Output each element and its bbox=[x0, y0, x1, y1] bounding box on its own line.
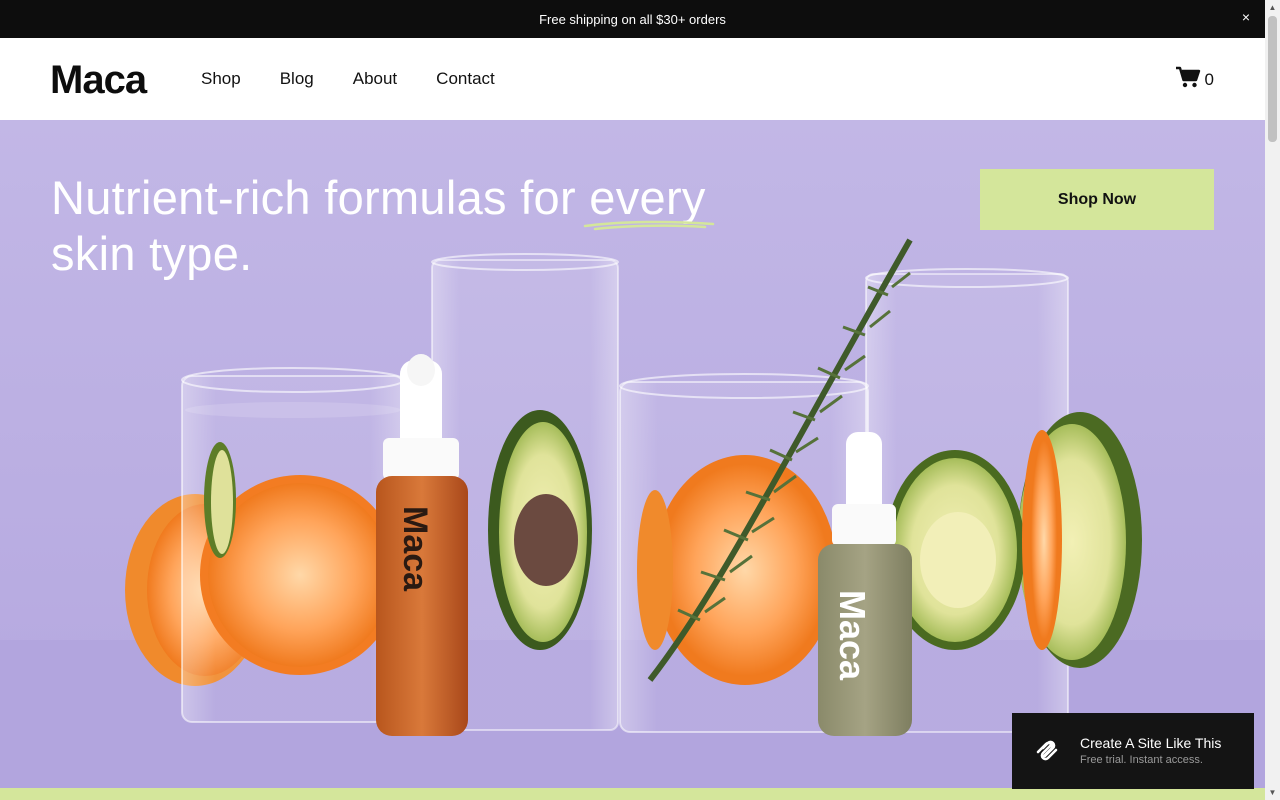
cart-icon bbox=[1175, 66, 1201, 93]
main-nav: Shop Blog About Contact bbox=[201, 68, 534, 90]
promo-title: Create A Site Like This bbox=[1080, 735, 1222, 751]
underline-scribble-icon bbox=[584, 220, 715, 231]
olive-bottle-label: Maca bbox=[832, 590, 873, 681]
squarespace-logo-icon bbox=[1032, 736, 1062, 766]
section-divider-strip bbox=[0, 788, 1265, 800]
nav-link-blog[interactable]: Blog bbox=[280, 68, 314, 90]
cart-count: 0 bbox=[1204, 69, 1214, 89]
nav-link-about[interactable]: About bbox=[353, 68, 397, 90]
headline-underlined-word: every bbox=[584, 170, 715, 231]
close-icon[interactable]: × bbox=[1239, 9, 1253, 25]
scroll-up-arrow-icon[interactable]: ▲ bbox=[1265, 0, 1280, 15]
shop-now-button[interactable]: Shop Now bbox=[980, 169, 1214, 230]
announcement-text: Free shipping on all $30+ orders bbox=[539, 11, 726, 27]
site-logo[interactable]: Maca bbox=[50, 60, 147, 100]
scrollbar-thumb[interactable] bbox=[1268, 16, 1277, 142]
cart-button[interactable]: 0 bbox=[1175, 66, 1214, 93]
promo-text: Create A Site Like This Free trial. Inst… bbox=[1080, 735, 1221, 767]
promo-subtitle: Free trial. Instant access. bbox=[1080, 754, 1203, 766]
amber-bottle-label: Maca bbox=[396, 506, 434, 592]
hero-headline: Nutrient-rich formulas for every skin typ… bbox=[51, 170, 811, 282]
hero-section: Maca Maca Nutrient-rich formulas for eve… bbox=[0, 120, 1265, 788]
page-scrollbar[interactable]: ▲ ▼ bbox=[1265, 0, 1280, 800]
create-site-promo[interactable]: Create A Site Like This Free trial. Inst… bbox=[1012, 713, 1254, 789]
announcement-bar: Free shipping on all $30+ orders × bbox=[0, 0, 1265, 38]
nav-link-shop[interactable]: Shop bbox=[201, 68, 241, 90]
site-header: Maca Shop Blog About Contact 0 bbox=[0, 38, 1265, 120]
scroll-down-arrow-icon[interactable]: ▼ bbox=[1265, 785, 1280, 800]
nav-link-contact[interactable]: Contact bbox=[436, 68, 495, 90]
